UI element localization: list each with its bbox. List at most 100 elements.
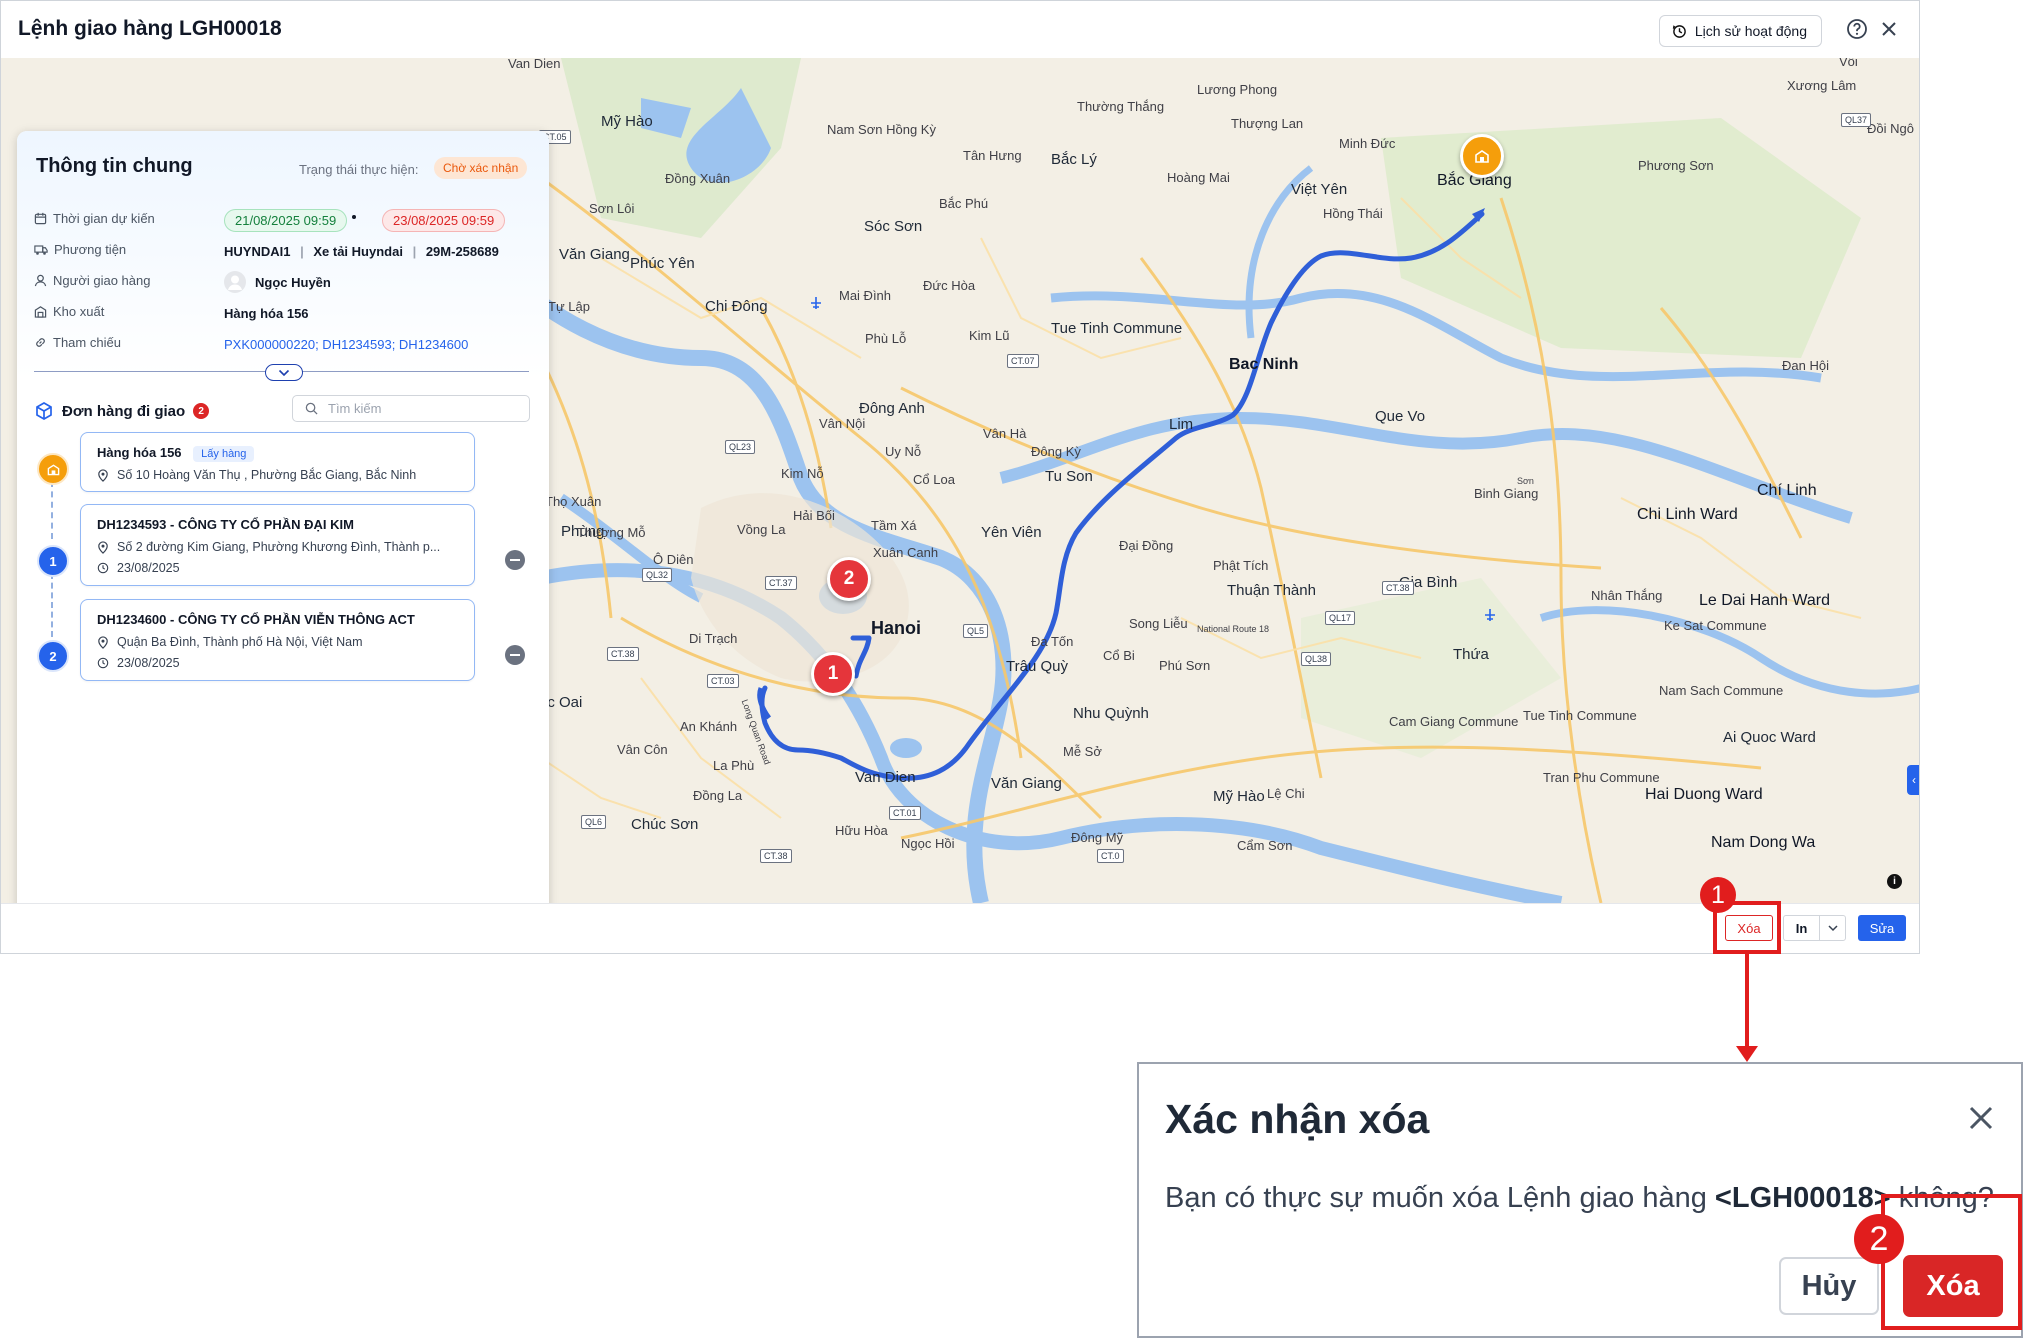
- orders-search[interactable]: [292, 395, 530, 422]
- map-label: Ai Quoc Ward: [1723, 729, 1816, 746]
- map-label: Đông Mỹ: [1071, 830, 1124, 845]
- map-label: Trâu Quỳ: [1006, 658, 1068, 675]
- road-shield: QL17: [1325, 611, 1356, 625]
- step2-highlight: [1881, 1194, 2022, 1330]
- map-label: Hải Bối: [793, 508, 835, 523]
- order-code: <LGH00018>: [1714, 1182, 1891, 1214]
- map-label: Xương Lâm: [1787, 78, 1857, 93]
- map-label: Le Dai Hanh Ward: [1699, 592, 1831, 609]
- window-title: Lệnh giao hàng LGH00018: [18, 17, 282, 40]
- search-input[interactable]: [326, 400, 520, 417]
- vehicle-type: Xe tải Huyndai: [313, 244, 403, 259]
- map-label: Thứa: [1453, 646, 1489, 663]
- row-label: Tham chiếu: [53, 335, 121, 350]
- order-marker-2[interactable]: 2: [827, 557, 871, 601]
- annotation-arrow: [1745, 954, 1749, 1053]
- delivery-order-window: Lệnh giao hàng LGH00018 Lịch sử hoạt độn…: [0, 0, 1920, 954]
- pickup-card[interactable]: Hàng hóa 156 Lấy hàng Số 10 Hoàng Văn Th…: [80, 432, 475, 492]
- map-label: La Phù: [713, 758, 755, 773]
- map-label: Sóc Sơn: [864, 218, 923, 235]
- map-label: Mỹ Hào: [1213, 788, 1265, 805]
- map-label: Nam Sach Commune: [1659, 683, 1784, 698]
- warehouse-name: Hàng hóa 156: [224, 306, 309, 321]
- map-label: Nhu Quỳnh: [1073, 705, 1149, 722]
- map-label: Lương Phong: [1197, 82, 1278, 97]
- airport-icon: [811, 297, 821, 309]
- warehouse-icon: [47, 463, 59, 475]
- map-label: Thượng Lan: [1231, 116, 1304, 131]
- order-card[interactable]: DH1234593 - CÔNG TY CỔ PHẦN ĐẠI KIM Số 2…: [80, 504, 475, 586]
- order-card[interactable]: DH1234600 - CÔNG TY CỔ PHẦN VIỄN THÔNG A…: [80, 599, 475, 681]
- history-icon: [1672, 24, 1686, 38]
- activity-history-button[interactable]: Lịch sử hoạt động: [1658, 15, 1822, 47]
- road-shield: CT.03: [707, 674, 739, 688]
- route-map[interactable]: Van Dien Mỹ Hào Văn Giang Phúc Yên Chi Đ…: [1, 58, 1919, 903]
- map-label: Van Dien: [855, 769, 916, 786]
- map-label: Thuận Thành: [1227, 582, 1316, 599]
- map-label: Bắc Phú: [939, 196, 989, 211]
- map-label: Tân Hưng: [963, 148, 1022, 163]
- reference-links[interactable]: PXK000000220; DH1234593; DH1234600: [224, 337, 468, 352]
- order-marker-1[interactable]: 1: [811, 652, 855, 696]
- map-label: Mễ Sở: [1063, 744, 1102, 759]
- row-deliverer: Người giao hàng Ngọc Huyền: [34, 271, 534, 295]
- map-label: Kim Lũ: [969, 328, 1010, 343]
- map-label: Tran Phu Commune: [1543, 770, 1660, 785]
- collapse-toggle[interactable]: [265, 364, 303, 381]
- map-label: Đồi Ngô: [1867, 121, 1914, 136]
- deliverer-name: Ngọc Huyền: [255, 275, 331, 290]
- order-date: 23/08/2025: [117, 656, 180, 670]
- chevron-down-icon: [278, 369, 290, 376]
- row-label: Thời gian dự kiến: [53, 211, 155, 226]
- remove-order-button[interactable]: [505, 645, 525, 665]
- close-icon[interactable]: [1877, 17, 1901, 41]
- timeline-connector: [51, 573, 53, 637]
- map-label: Hữu Hòa: [835, 823, 888, 838]
- orders-count-badge: 2: [193, 403, 210, 419]
- help-icon[interactable]: [1845, 17, 1869, 41]
- map-label: Mai Đình: [839, 288, 892, 303]
- print-button[interactable]: In: [1783, 915, 1819, 941]
- map-label: Que Vo: [1375, 408, 1426, 425]
- general-info-title: Thông tin chung: [36, 155, 193, 177]
- row-label: Phương tiện: [54, 242, 127, 257]
- info-icon[interactable]: i: [1887, 874, 1902, 889]
- map-side-toggle[interactable]: ‹: [1907, 765, 1919, 795]
- map-label: Tu Son: [1045, 468, 1093, 485]
- vehicle-plate: 29M-258689: [425, 244, 499, 259]
- timeline-connector: [51, 481, 53, 539]
- map-label: Phù Lỗ: [865, 331, 907, 346]
- road-shield: QL5: [963, 624, 989, 638]
- map-label: Đông Anh: [859, 400, 925, 417]
- map-label: Binh Giang: [1474, 486, 1539, 501]
- print-options-dropdown[interactable]: [1819, 915, 1846, 941]
- map-label: Cổ Loa: [913, 472, 955, 487]
- search-icon: [305, 402, 318, 415]
- location-pin-icon: [98, 468, 108, 482]
- dialog-close-icon[interactable]: [1965, 1102, 1997, 1134]
- map-label: Chúc Sơn: [631, 816, 699, 833]
- map-label: Chi Đông: [705, 298, 768, 315]
- map-label: Chí Linh: [1757, 482, 1817, 499]
- warehouse-marker[interactable]: [1460, 134, 1504, 178]
- map-label: Thượng Mỗ: [577, 525, 646, 540]
- user-icon: [34, 274, 47, 287]
- road-shield: QL37: [1841, 113, 1872, 127]
- road-shield: CT.01: [889, 806, 921, 820]
- map-label: Yên Viên: [981, 524, 1042, 541]
- cancel-button[interactable]: Hủy: [1779, 1257, 1879, 1315]
- edit-button[interactable]: Sửa: [1858, 915, 1906, 941]
- map-label: An Khánh: [680, 719, 738, 734]
- map-label: Tue Tinh Commune: [1051, 320, 1183, 337]
- road-shield: CT.38: [607, 647, 639, 661]
- pickup-name: Hàng hóa 156: [97, 445, 182, 460]
- dialog-title: Xác nhận xóa: [1165, 1096, 1430, 1142]
- avatar: [224, 271, 246, 293]
- map-label: Hồng Thái: [1323, 206, 1383, 221]
- remove-order-button[interactable]: [505, 550, 525, 570]
- airport-icon: [1485, 609, 1495, 621]
- footer-bar: Xóa In Sửa: [1, 903, 1919, 953]
- map-label: Phúc Yên: [630, 255, 695, 272]
- map-label: Nhân Thắng: [1591, 588, 1663, 603]
- map-label: Xuân Canh: [873, 545, 939, 560]
